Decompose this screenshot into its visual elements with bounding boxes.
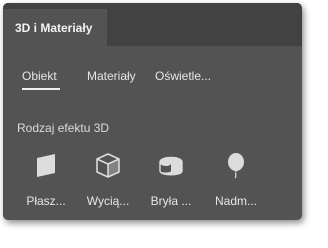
revolve-icon bbox=[159, 156, 183, 176]
panel-tab-bar: 3D i Materiały bbox=[3, 3, 302, 46]
subtab-materials[interactable]: Materiały bbox=[87, 69, 136, 83]
subtab-object[interactable]: Obiekt bbox=[22, 69, 57, 83]
effect-inflate-button[interactable]: Nadm... bbox=[207, 151, 265, 217]
subtab-lighting[interactable]: Oświetle... bbox=[155, 69, 211, 83]
effect-inflate-label: Nadm... bbox=[214, 194, 257, 208]
extrude-cube-icon bbox=[96, 153, 120, 178]
effect-revolve-label: Bryła ... bbox=[150, 194, 192, 208]
3d-materials-panel: 3D i Materiały Obiekt Materiały Oświetle… bbox=[3, 3, 302, 220]
inflate-balloon-icon bbox=[228, 153, 244, 179]
effect-extrude-button[interactable]: Wycią... bbox=[79, 151, 137, 217]
tab-3d-materials[interactable]: 3D i Materiały bbox=[3, 9, 107, 46]
tab-3d-materials-label: 3D i Materiały bbox=[15, 21, 93, 35]
effect-extrude-label: Wycią... bbox=[86, 194, 130, 208]
effect-revolve-button[interactable]: Bryła ... bbox=[142, 151, 200, 217]
plane-icon bbox=[37, 154, 55, 177]
effect-plane-button[interactable]: Płasz... bbox=[17, 151, 75, 217]
subtab-selected-indicator bbox=[22, 88, 60, 90]
effect-plane-label: Płasz... bbox=[26, 194, 66, 208]
effect-type-heading: Rodzaj efektu 3D bbox=[17, 121, 110, 135]
